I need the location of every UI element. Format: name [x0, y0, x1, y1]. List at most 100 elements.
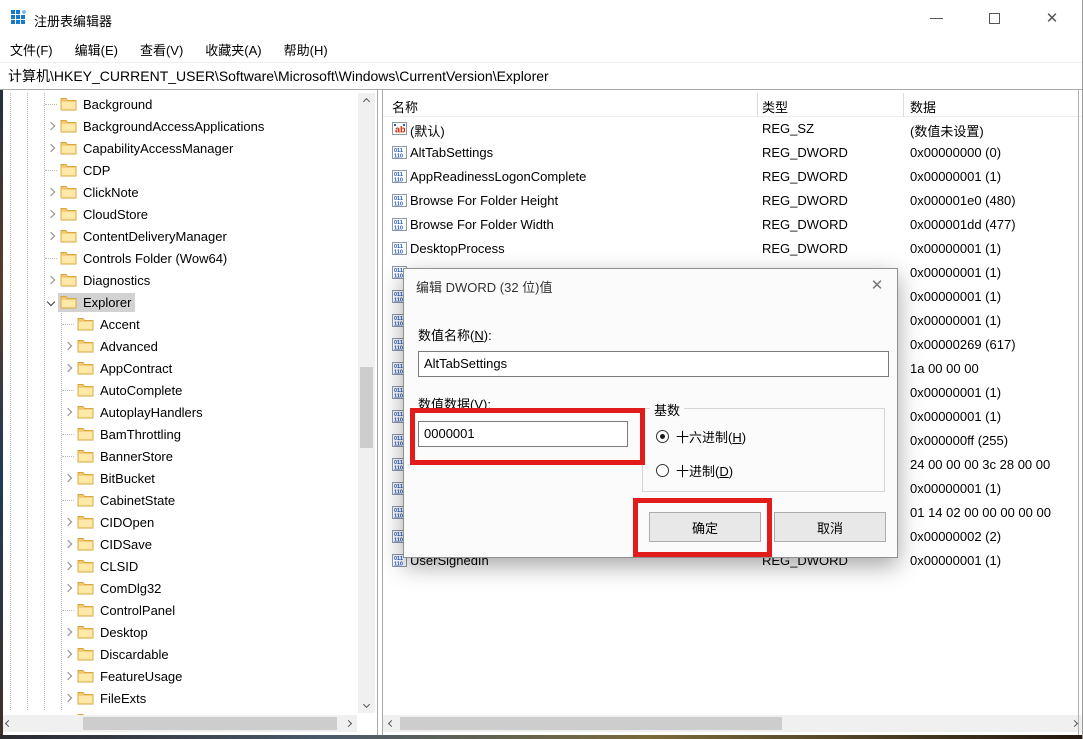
column-separator[interactable] — [757, 93, 758, 117]
maximize-button[interactable] — [971, 0, 1017, 37]
scroll-right-arrow[interactable] — [340, 715, 357, 732]
chevron-right-icon[interactable] — [61, 669, 75, 683]
tree-item-Discardable[interactable]: Discardable — [61, 643, 173, 665]
chevron-right-icon[interactable] — [44, 207, 58, 221]
tree-item-FileExts[interactable]: FileExts — [61, 687, 150, 709]
tree-item-CabinetState[interactable]: CabinetState — [61, 489, 179, 511]
decimal-radio-label: 十进制(D) — [676, 461, 733, 480]
tree-item-CapabilityAccessManager[interactable]: CapabilityAccessManager — [44, 137, 237, 159]
tree-item-ComDlg32[interactable]: ComDlg32 — [61, 577, 165, 599]
tree-item-ContentDeliveryManager[interactable]: ContentDeliveryManager — [44, 225, 231, 247]
tree-vscroll-thumb[interactable] — [360, 367, 373, 448]
tree-item-CLSID[interactable]: CLSID — [61, 555, 142, 577]
tree-item-Advanced[interactable]: Advanced — [61, 335, 162, 357]
value-row-(默认)[interactable]: ab (默认)REG_SZ(数值未设置) — [383, 117, 1083, 141]
chevron-down-icon[interactable] — [44, 295, 58, 309]
tree-item-Background[interactable]: Background — [44, 93, 156, 115]
tree-item-ControlPanel[interactable]: ControlPanel — [61, 599, 179, 621]
tree-item-AppContract[interactable]: AppContract — [61, 357, 176, 379]
chevron-right-icon[interactable] — [44, 185, 58, 199]
tree-guide-line — [10, 93, 11, 710]
value-row-Browse For Folder Height[interactable]: 011 110 Browse For Folder HeightREG_DWOR… — [383, 189, 1083, 213]
tree-item-CIDOpen[interactable]: CIDOpen — [61, 511, 158, 533]
tree-item-Accent[interactable]: Accent — [61, 313, 144, 335]
minimize-button[interactable] — [913, 0, 959, 37]
tree-item-label: Controls Folder (Wow64) — [83, 251, 227, 266]
chevron-right-icon[interactable] — [61, 515, 75, 529]
svg-text:110: 110 — [394, 466, 403, 472]
tree-horizontal-scrollbar[interactable] — [0, 715, 357, 732]
tree-item-CDP[interactable]: CDP — [44, 159, 114, 181]
chevron-right-icon[interactable] — [61, 691, 75, 705]
column-header-type[interactable]: 类型 — [762, 97, 788, 116]
value-row-Browse For Folder Width[interactable]: 011 110 Browse For Folder WidthREG_DWORD… — [383, 213, 1083, 237]
chevron-right-icon[interactable] — [44, 229, 58, 243]
chevron-right-icon[interactable] — [44, 273, 58, 287]
chevron-right-icon[interactable] — [61, 471, 75, 485]
value-row-AltTabSettings[interactable]: 011 110 AltTabSettingsREG_DWORD0x0000000… — [383, 141, 1083, 165]
scroll-right-arrow[interactable] — [1066, 715, 1083, 732]
radio-unchecked-icon — [656, 464, 669, 477]
chevron-right-icon[interactable] — [61, 339, 75, 353]
chevron-right-icon[interactable] — [61, 405, 75, 419]
scroll-left-arrow[interactable] — [383, 715, 400, 732]
value-row-DesktopProcess[interactable]: 011 110 DesktopProcessREG_DWORD0x0000000… — [383, 237, 1083, 261]
menu-item-4[interactable]: 帮助(H) — [284, 40, 328, 59]
value-row-AppReadinessLogonComplete[interactable]: 011 110 AppReadinessLogonCompleteREG_DWO… — [383, 165, 1083, 189]
value-name-input[interactable]: AltTabSettings — [418, 351, 889, 377]
address-bar[interactable]: 计算机\HKEY_CURRENT_USER\Software\Microsoft… — [0, 62, 1083, 90]
chevron-right-icon[interactable] — [61, 647, 75, 661]
chevron-right-icon[interactable] — [44, 119, 58, 133]
tree-item-CloudStore[interactable]: CloudStore — [44, 203, 152, 225]
tree-item-FeatureUsage[interactable]: FeatureUsage — [61, 665, 186, 687]
value-data: 01 14 02 00 00 00 00 00 — [910, 505, 1051, 520]
value-name: AltTabSettings — [410, 145, 493, 160]
chevron-right-icon[interactable] — [61, 537, 75, 551]
chevron-right-icon[interactable] — [61, 559, 75, 573]
list-hscroll-thumb[interactable] — [400, 717, 782, 730]
tree-item-BackgroundAccessApplications[interactable]: BackgroundAccessApplications — [44, 115, 268, 137]
radio-checked-icon — [656, 430, 669, 443]
column-header-data[interactable]: 数据 — [910, 97, 936, 116]
tree-item-AutoComplete[interactable]: AutoComplete — [61, 379, 186, 401]
chevron-right-icon[interactable] — [44, 141, 58, 155]
window-title: 注册表编辑器 — [34, 11, 112, 30]
tree-item-Controls Folder (Wow64)[interactable]: Controls Folder (Wow64) — [44, 247, 231, 269]
chevron-right-icon[interactable] — [61, 361, 75, 375]
list-horizontal-scrollbar[interactable] — [383, 715, 1083, 732]
column-separator[interactable] — [903, 93, 904, 117]
chevron-right-icon[interactable] — [61, 625, 75, 639]
list-header: 名称 类型 数据 — [383, 93, 1083, 117]
menu-item-0[interactable]: 文件(F) — [10, 40, 53, 59]
folder-icon — [77, 581, 94, 595]
tree-item-BamThrottling[interactable]: BamThrottling — [61, 423, 185, 445]
menu-item-2[interactable]: 查看(V) — [140, 40, 183, 59]
tree-item-BitBucket[interactable]: BitBucket — [61, 467, 159, 489]
value-type: REG_DWORD — [762, 241, 848, 256]
tree-item-AutoplayHandlers[interactable]: AutoplayHandlers — [61, 401, 207, 423]
value-data: 0x00000269 (617) — [910, 337, 1016, 352]
scroll-up-arrow[interactable] — [358, 93, 375, 110]
menu-item-3[interactable]: 收藏夹(A) — [205, 40, 261, 59]
column-header-name[interactable]: 名称 — [392, 97, 418, 116]
menu-item-1[interactable]: 编辑(E) — [75, 40, 118, 59]
tree-hscroll-thumb[interactable] — [83, 717, 337, 730]
value-type: REG_DWORD — [762, 193, 848, 208]
tree-item-Explorer[interactable]: Explorer — [44, 291, 135, 313]
tree-item-ClickNote[interactable]: ClickNote — [44, 181, 143, 203]
tree-item-BannerStore[interactable]: BannerStore — [61, 445, 177, 467]
tree-vertical-scrollbar[interactable] — [358, 93, 375, 713]
decimal-radio-option[interactable]: 十进制(D) — [656, 461, 733, 480]
cancel-button[interactable]: 取消 — [774, 512, 886, 542]
dialog-close-button[interactable]: ✕ — [865, 275, 889, 295]
tree-item-Diagnostics[interactable]: Diagnostics — [44, 269, 154, 291]
dialog-title: 编辑 DWORD (32 位)值 — [416, 277, 553, 296]
tree-item-Desktop[interactable]: Desktop — [61, 621, 152, 643]
close-button[interactable]: ✕ — [1029, 0, 1075, 37]
tree-item-CIDSave[interactable]: CIDSave — [61, 533, 156, 555]
hex-radio-option[interactable]: 十六进制(H) — [656, 427, 746, 446]
value-data: 0x00000001 (1) — [910, 553, 1001, 568]
scroll-down-arrow[interactable] — [358, 696, 375, 713]
value-data: 0x00000001 (1) — [910, 265, 1001, 280]
chevron-right-icon[interactable] — [61, 581, 75, 595]
